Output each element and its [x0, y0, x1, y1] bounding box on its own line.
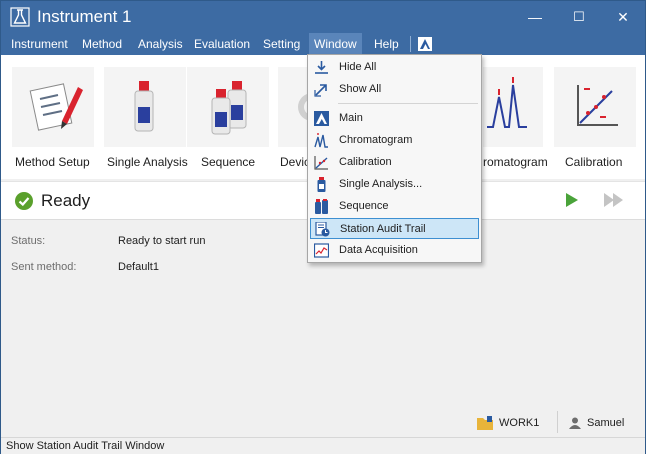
main-icon — [314, 111, 329, 126]
menu-calibration-label: Calibration — [339, 156, 392, 168]
menu-single-analysis-label: Single Analysis... — [339, 178, 423, 190]
menu-chromatogram-label: Chromatogram — [339, 134, 413, 146]
chromatogram-tile[interactable] — [483, 67, 543, 147]
menu-main-label: Main — [339, 112, 363, 124]
menu-sequence[interactable]: Sequence — [310, 196, 479, 217]
menu-setting[interactable]: Setting — [258, 33, 305, 55]
calibration-tile[interactable] — [554, 67, 636, 147]
menu-station-audit-trail-label: Station Audit Trail — [340, 223, 426, 235]
menu-bar: Instrument Method Analysis Evaluation Se… — [1, 33, 645, 55]
window-title: Instrument 1 — [37, 7, 132, 26]
menu-sequence-label: Sequence — [339, 200, 389, 212]
status-label: Status: — [11, 235, 46, 247]
calibration-icon — [577, 85, 618, 126]
menu-analysis[interactable]: Analysis — [133, 33, 188, 55]
method-setup-tile[interactable] — [12, 67, 94, 147]
user-name: Samuel — [587, 417, 625, 429]
chromatogram-icon — [487, 77, 527, 128]
single-analysis-icon — [317, 177, 326, 192]
single-analysis-icon — [134, 81, 154, 132]
sequence-tile[interactable] — [187, 67, 269, 147]
menu-chromatogram[interactable]: Chromatogram — [310, 130, 479, 151]
menu-main[interactable]: Main — [310, 108, 479, 129]
menu-single-analysis[interactable]: Single Analysis... — [310, 174, 479, 195]
show-all-icon — [314, 84, 327, 97]
calibration-icon — [314, 156, 328, 170]
audit-trail-icon — [315, 222, 330, 237]
menu-method[interactable]: Method — [77, 33, 127, 55]
chromatogram-label: romatogram — [483, 155, 548, 169]
user-indicator[interactable]: Samuel — [569, 415, 624, 431]
menu-calibration[interactable]: Calibration — [310, 152, 479, 173]
menu-separator — [338, 103, 478, 104]
single-analysis-tile[interactable] — [104, 67, 186, 147]
workspace-name: WORK1 — [499, 417, 540, 429]
status-bar-text: Show Station Audit Trail Window — [1, 437, 645, 454]
user-icon — [569, 417, 581, 429]
run-state-text: Ready — [41, 191, 91, 210]
workspace-folder-icon — [477, 416, 493, 430]
menu-hide-all[interactable]: Hide All — [310, 57, 479, 78]
menu-data-acquisition[interactable]: Data Acquisition — [310, 240, 479, 261]
sent-method-label: Sent method: — [11, 261, 77, 273]
menu-separator — [410, 36, 411, 52]
menu-station-audit-trail[interactable]: Station Audit Trail — [310, 218, 479, 239]
status-value: Ready to start run — [118, 235, 206, 247]
app-flask-icon — [10, 7, 30, 27]
fast-forward-icon[interactable] — [604, 193, 624, 207]
menu-show-all[interactable]: Show All — [310, 79, 479, 100]
chromatogram-icon — [314, 133, 328, 148]
brand-logo-icon[interactable] — [418, 37, 432, 51]
title-bar[interactable]: Instrument 1 — ☐ ✕ — [1, 1, 645, 33]
sent-method-value: Default1 — [118, 261, 159, 273]
menu-data-acquisition-label: Data Acquisition — [339, 244, 418, 256]
footer-separator — [557, 411, 558, 433]
data-acquisition-icon — [314, 243, 329, 258]
menu-evaluation[interactable]: Evaluation — [189, 33, 255, 55]
sequence-icon — [315, 199, 328, 214]
minimize-button[interactable]: — — [513, 1, 557, 33]
menu-instrument[interactable]: Instrument — [6, 33, 73, 55]
maximize-button[interactable]: ☐ — [557, 1, 601, 33]
close-button[interactable]: ✕ — [601, 1, 645, 33]
hide-all-icon — [315, 61, 328, 74]
play-icon[interactable] — [565, 193, 579, 207]
calibration-label: Calibration — [565, 155, 623, 169]
method-setup-icon — [29, 83, 83, 131]
menu-window[interactable]: Window — [309, 33, 362, 55]
menu-show-all-label: Show All — [339, 83, 382, 95]
ready-check-icon — [15, 192, 33, 210]
menu-hide-all-label: Hide All — [339, 61, 377, 73]
workspace-indicator[interactable]: WORK1 — [477, 415, 539, 431]
single-analysis-label: Single Analysis — [107, 155, 188, 169]
window-menu-dropdown: Hide All Show All Main Chromatogram Cali… — [307, 54, 482, 263]
sequence-icon — [211, 81, 247, 135]
device-label: Devic — [280, 155, 311, 169]
sequence-label: Sequence — [201, 155, 256, 169]
menu-help[interactable]: Help — [369, 33, 404, 55]
method-setup-label: Method Setup — [15, 155, 90, 169]
